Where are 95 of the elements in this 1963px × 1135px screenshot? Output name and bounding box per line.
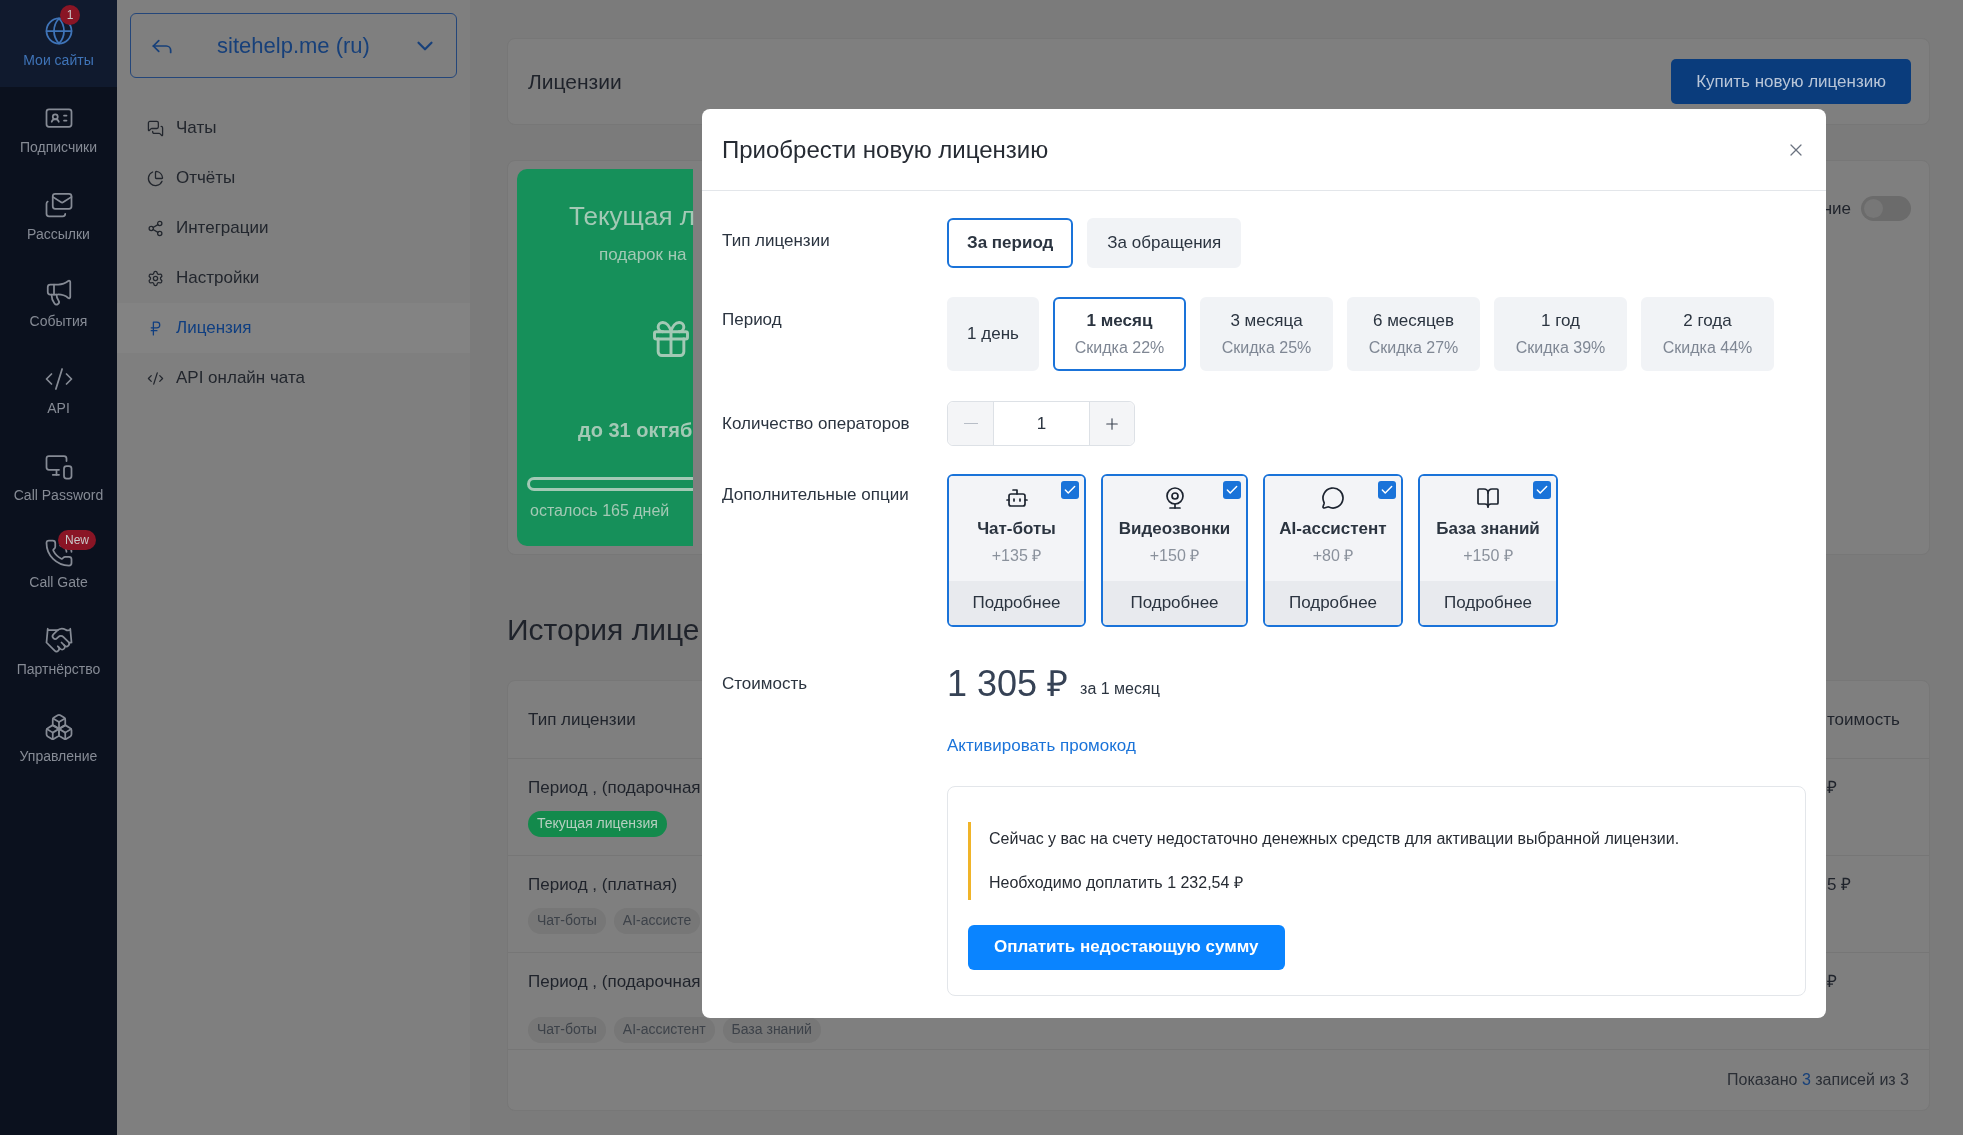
column-header: тоимость [1827,708,1901,731]
field-label: Количество операторов [722,412,911,435]
rail-item[interactable]: Подписчики [0,87,117,174]
license-tag: База знаний [722,1016,821,1043]
check-icon [1380,483,1394,497]
check-icon [1535,483,1549,497]
pie-chart-icon [147,169,164,187]
option-price: +135 ₽ [991,545,1042,566]
license-type-option[interactable]: За период [947,218,1074,268]
license-tag: Чат-боты [528,1016,606,1043]
period-option[interactable]: 1 день [947,297,1039,371]
option-checkbox[interactable] [1533,481,1551,499]
column-header: Тип лицензии [527,708,636,731]
envelopes-icon [43,190,74,220]
cost-cell-text: ₽ [1827,971,1838,993]
option-name: Чат-боты [977,518,1056,540]
robot-icon [1004,486,1029,510]
pay-button[interactable]: Оплатить недостающую сумму [968,924,1285,970]
option-name: Видеозвонки [1118,518,1231,540]
license-type-cell-text: Период , (платная) [528,874,679,896]
license-until: до 31 октяб [577,417,693,443]
chat-bubbles-icon [147,119,164,137]
page-title: Лицензии [528,68,622,95]
operator-stepper[interactable]: 1 [947,401,1135,446]
details-button[interactable]: Подробнее [949,581,1084,625]
license-tag: Текущая лицензия [528,810,667,837]
option-card[interactable]: Видеозвонки +150 ₽ Подробнее [1101,474,1248,627]
cost-cell-text: ₽ [1827,777,1838,799]
option-card[interactable]: База знаний +150 ₽ Подробнее [1418,474,1558,627]
remaining-days: осталось 165 дней [517,498,693,523]
option-price: +150 ₽ [1149,545,1200,566]
option-price: +80 ₽ [1312,545,1354,566]
rail-item[interactable]: Партнёрство [0,609,117,696]
promo-code-link[interactable]: Активировать промокод [947,736,1136,755]
license-tag: AI-ассистент [613,1016,715,1043]
nav-item[interactable]: Интеграции [117,203,470,253]
license-type-option[interactable]: За обращения [1087,218,1242,268]
license-tag: Чат-боты [528,907,606,934]
rail-item[interactable]: New Call Gate [0,522,117,609]
option-name: База знаний [1436,518,1540,540]
period-option[interactable]: 6 месяцев Скидка 27% [1347,297,1480,371]
minus-icon [963,422,978,425]
count-badge: 1 [60,5,80,25]
price-period: за 1 месяц [1080,679,1160,699]
option-price: +150 ₽ [1463,545,1513,566]
settings-icon [147,269,164,287]
total-price: 1 305 ₽ [947,662,1069,706]
option-card[interactable]: Чат-боты +135 ₽ Подробнее [947,474,1086,627]
book-icon [1476,486,1500,510]
amount-due: Необходимо доплатить 1 232,54 ₽ [989,872,1244,893]
rail-item[interactable]: Call Password [0,435,117,522]
field-label: Тип лицензии [722,230,831,252]
rail-item[interactable]: API [0,348,117,435]
check-icon [1225,483,1239,497]
details-button[interactable]: Подробнее [1420,581,1556,625]
nav-item[interactable]: Отчёты [117,153,470,203]
nav-item[interactable]: API онлайн чата [117,353,470,403]
speech-bubble-icon [1321,486,1345,510]
option-checkbox[interactable] [1223,481,1241,499]
records-count: Показано 3 записей из 3 [1727,1070,1909,1090]
boxes-icon [43,712,74,742]
option-checkbox[interactable] [1378,481,1396,499]
option-card[interactable]: AI-ассистент +80 ₽ Подробнее [1263,474,1403,627]
history-title: История лице [507,612,701,648]
license-type-cell-text: Период , (подарочная [528,971,702,993]
license-type-cell-text: Период , (подарочная [528,777,702,799]
option-checkbox[interactable] [1061,481,1079,499]
rail-item[interactable]: 1 Мои сайты [0,0,117,87]
cost-cell-text: 5 ₽ [1827,874,1853,896]
field-label: Стоимость [722,673,809,696]
handshake-icon [43,625,74,655]
nodes-icon [147,219,164,237]
details-button[interactable]: Подробнее [1103,581,1246,625]
rail-item[interactable]: События [0,261,117,348]
license-title: Текущая л [568,200,693,233]
license-subtitle: подарок на [598,244,688,266]
period-option[interactable]: 2 года Скидка 44% [1641,297,1774,371]
rail-item[interactable]: Рассылки [0,174,117,261]
option-name: AI-ассистент [1279,518,1387,540]
field-label: Период [722,309,783,331]
period-option[interactable]: 1 год Скидка 39% [1494,297,1627,371]
notice-message: Сейчас у вас на счету недостаточно денежных средств для активации выбранной лицензии. [989,828,1681,849]
period-option[interactable]: 1 месяц Скидка 22% [1053,297,1186,371]
new-badge: New [58,530,96,550]
period-option[interactable]: 3 месяца Скидка 25% [1200,297,1333,371]
code-icon [147,369,164,387]
field-label: Дополнительные опции [722,484,910,506]
license-tag: AI-ассисте [613,907,701,934]
check-icon [1063,483,1077,497]
buy-license-button[interactable]: Купить новую лицензию [1671,59,1911,104]
nav-item[interactable]: Чаты [117,103,470,153]
details-button[interactable]: Подробнее [1265,581,1401,625]
rail-item[interactable]: Управление [0,696,117,783]
nav-item[interactable]: Настройки [117,253,470,303]
dialog-title: Приобрести новую лицензию [722,134,1049,165]
